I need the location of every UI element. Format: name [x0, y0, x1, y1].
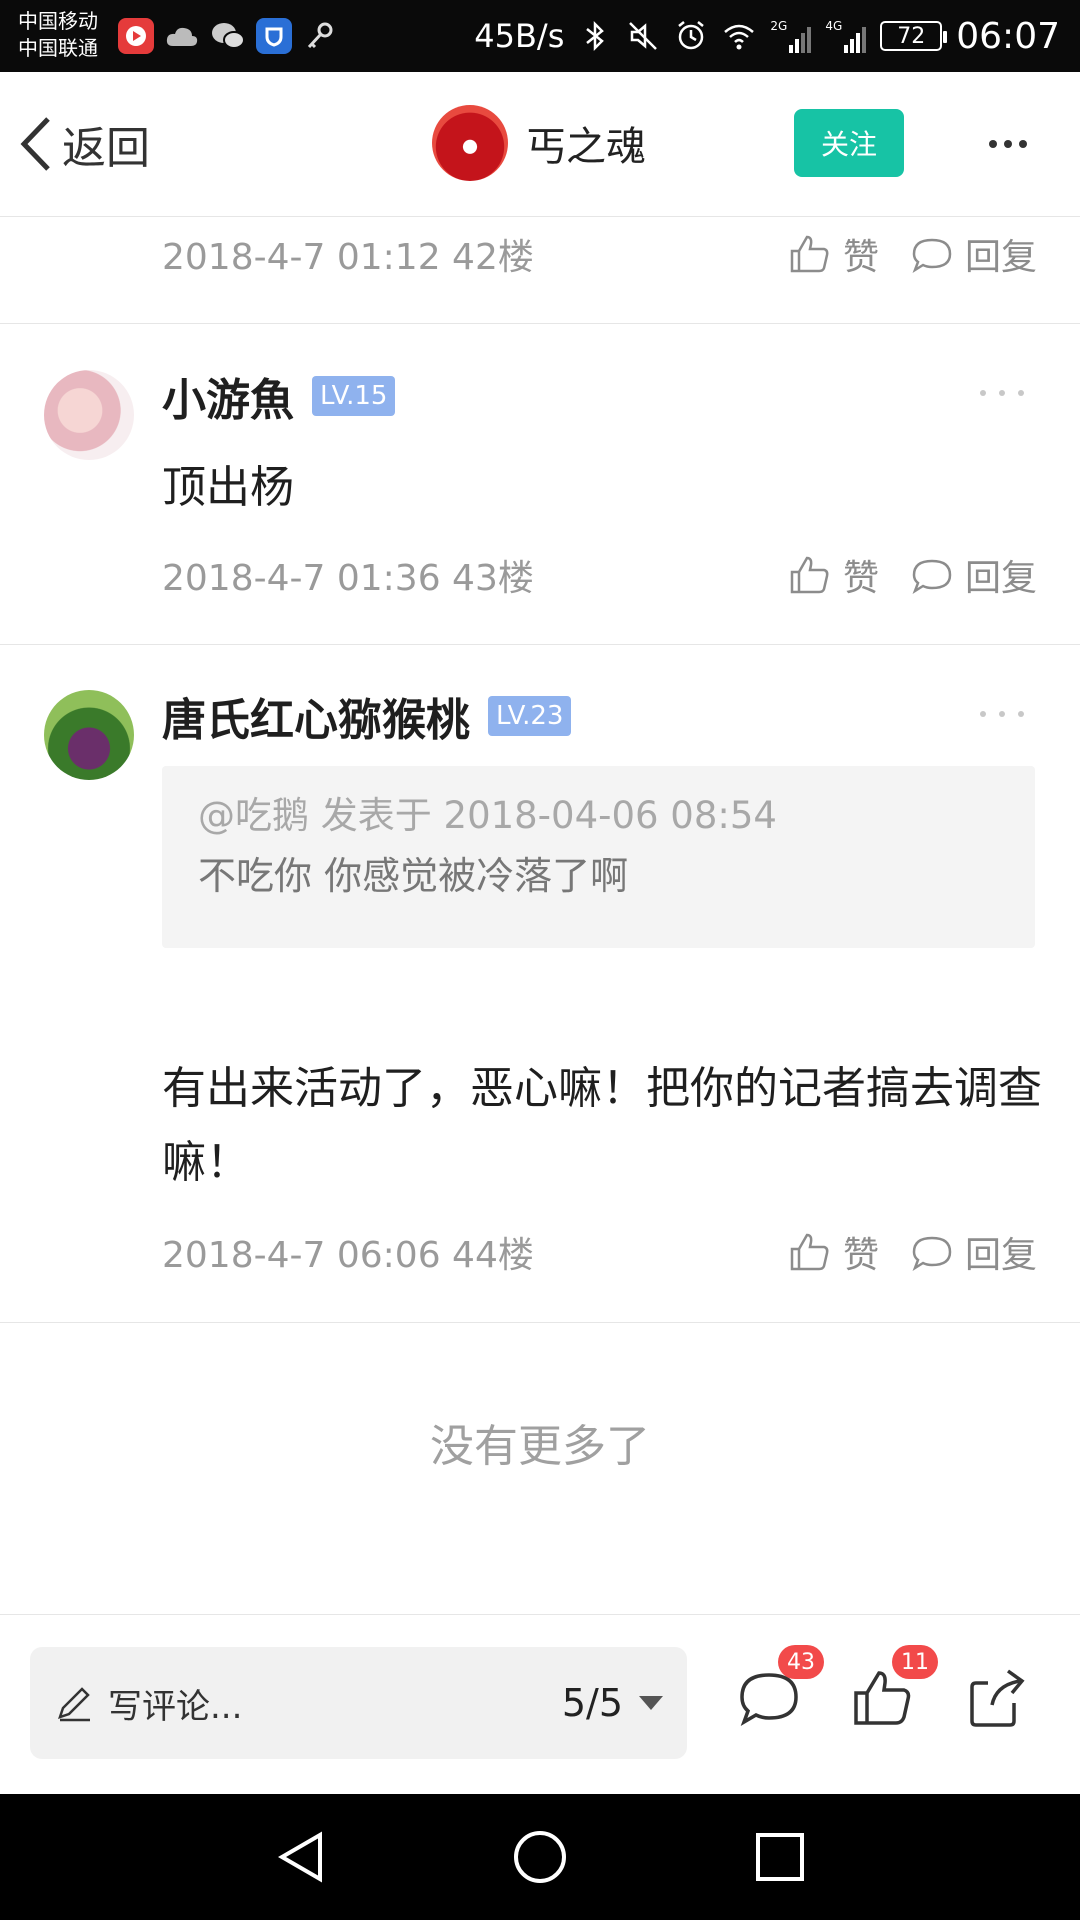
mute-icon	[629, 22, 658, 50]
key-icon	[302, 18, 338, 54]
app-header: 返回 丐之魂 关注	[0, 72, 1080, 217]
level-badge: LV.15	[312, 376, 396, 416]
commenter-name[interactable]: 小游魚	[162, 364, 294, 428]
carrier-labels: 中国移动 中国联通	[18, 8, 98, 62]
comment-header: 唐氏红心猕猴桃 LV.23	[162, 684, 572, 748]
thumbs-up-icon	[790, 556, 829, 594]
reply-label: 回复	[964, 1235, 1037, 1276]
like-label: 赞	[842, 237, 879, 278]
network-type-2g: 2G	[770, 19, 788, 33]
reply-button[interactable]: 回复	[909, 1226, 1037, 1278]
divider	[0, 1322, 1080, 1323]
shield-app-icon	[256, 18, 292, 54]
page-indicator: 5/5	[561, 1681, 623, 1725]
nav-home-icon[interactable]	[512, 1829, 568, 1885]
quoted-comment[interactable]: @吃鹅 发表于 2018-04-06 08:54 不吃你 你感觉被冷落了啊	[162, 766, 1035, 948]
comment-meta: 2018-4-7 01:36 43楼	[162, 558, 534, 599]
commenter-name[interactable]: 唐氏红心猕猴桃	[162, 684, 470, 748]
share-icon	[970, 1669, 1025, 1727]
signal-4g: 4G	[825, 19, 867, 53]
carrier-2: 中国联通	[18, 36, 98, 60]
bluetooth-icon	[586, 20, 605, 52]
comment-meta-row: 2018-4-7 01:12 42楼 赞 回复	[162, 224, 1037, 284]
battery-indicator: 72	[880, 21, 948, 51]
alarm-icon	[678, 21, 705, 50]
clock: 06:07	[956, 15, 1060, 57]
system-nav-bar	[0, 1794, 1080, 1920]
author-name[interactable]: 丐之魂	[526, 114, 646, 172]
signal-2g: 2G	[770, 19, 812, 53]
level-badge: LV.23	[488, 696, 572, 736]
more-options-button[interactable]	[978, 114, 1038, 174]
commenter-avatar[interactable]	[44, 370, 134, 460]
network-type-4g: 4G	[825, 19, 843, 33]
comment-meta: 2018-4-7 06:06 44楼	[162, 1235, 534, 1276]
quote-meta: @吃鹅 发表于 2018-04-06 08:54	[198, 794, 777, 837]
chevron-left-icon	[20, 117, 50, 171]
status-bar: 中国移动 中国联通 45B/s 2G 4G 72 06:07	[0, 0, 1080, 72]
cloud-icon	[164, 18, 200, 54]
pencil-icon	[58, 1687, 90, 1722]
comment-body: 顶出杨	[162, 462, 294, 513]
network-speed: 45B/s	[474, 17, 565, 55]
speech-bubble-icon	[912, 238, 952, 274]
back-label: 返回	[62, 123, 150, 174]
video-app-icon	[118, 18, 154, 54]
like-button[interactable]: 赞	[787, 228, 879, 280]
comment-meta-row: 2018-4-7 01:36 43楼 赞 回复	[162, 545, 1037, 605]
comment-more-button[interactable]	[980, 704, 1024, 724]
reply-label: 回复	[964, 558, 1037, 599]
reply-button[interactable]: 回复	[909, 549, 1037, 601]
like-button[interactable]: 赞	[787, 549, 879, 601]
share-button[interactable]	[964, 1665, 1030, 1731]
caret-down-icon	[639, 1696, 663, 1710]
comment-placeholder: 写评论...	[108, 1686, 243, 1727]
nav-recents-icon[interactable]	[752, 1829, 808, 1885]
comment-header: 小游魚 LV.15	[162, 364, 396, 428]
bottom-action-bar: 写评论... 5/5 43 11	[0, 1614, 1080, 1794]
page-selector[interactable]: 5/5	[562, 1681, 663, 1725]
wechat-icon	[210, 18, 246, 54]
reply-label: 回复	[964, 237, 1037, 278]
speech-bubble-icon	[912, 559, 952, 595]
write-comment-input[interactable]: 写评论... 5/5	[30, 1647, 687, 1759]
commenter-avatar[interactable]	[44, 690, 134, 780]
divider	[0, 644, 1080, 645]
like-label: 赞	[842, 1235, 879, 1276]
like-label: 赞	[842, 558, 879, 599]
more-dots-icon	[989, 140, 997, 148]
comment-meta: 2018-4-7 01:12 42楼	[162, 237, 534, 278]
like-button[interactable]: 赞	[787, 1226, 879, 1278]
like-post-button[interactable]: 11	[850, 1645, 938, 1731]
divider	[0, 323, 1080, 324]
speech-bubble-icon	[912, 1236, 952, 1272]
like-count-badge: 11	[892, 1645, 938, 1679]
comment-body: 有出来活动了，恶心嘛！把你的记者搞去调查嘛！	[162, 1063, 1042, 1188]
wifi-icon	[724, 24, 755, 50]
notification-icons	[118, 18, 338, 54]
comment-more-button[interactable]	[980, 383, 1024, 403]
end-of-list-text: 没有更多了	[430, 1421, 650, 1472]
thumbs-up-icon	[790, 1233, 829, 1271]
nav-back-icon[interactable]	[274, 1829, 330, 1885]
status-indicators: 45B/s 2G 4G 72 06:07	[474, 0, 1060, 72]
reply-button[interactable]: 回复	[909, 228, 1037, 280]
author-avatar[interactable]	[432, 105, 508, 181]
thumbs-up-icon	[790, 235, 829, 273]
comment-meta-row: 2018-4-7 06:06 44楼 赞 回复	[162, 1222, 1037, 1282]
comments-button[interactable]: 43	[736, 1645, 824, 1731]
author-info[interactable]: 丐之魂	[432, 105, 646, 181]
carrier-1: 中国移动	[18, 9, 98, 33]
follow-button[interactable]: 关注	[794, 109, 904, 177]
quote-text: 不吃你 你感觉被冷落了啊	[198, 854, 629, 898]
comment-count-badge: 43	[778, 1645, 824, 1679]
back-button[interactable]: 返回	[18, 112, 150, 176]
